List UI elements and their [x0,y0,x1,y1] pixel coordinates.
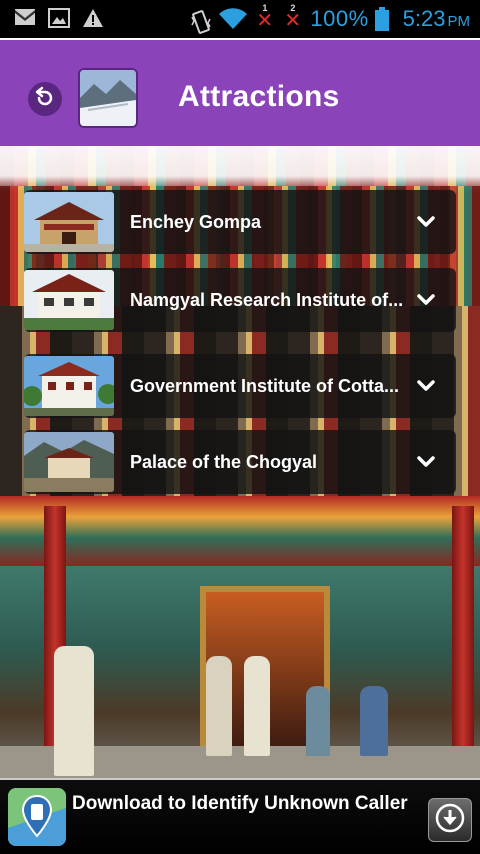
list-item[interactable]: Enchey Gompa [24,190,456,254]
page-title: Attractions [178,80,340,113]
caller-id-app-icon [8,788,66,846]
back-button[interactable] [28,82,62,116]
system-status: 1 ✕ 2 ✕ 100% 5:23 PM [190,3,470,34]
status-bar: 1 ✕ 2 ✕ 100% 5:23 PM [0,0,480,38]
list-item[interactable]: Government Institute of Cotta... [24,354,456,418]
attraction-label: Namgyal Research Institute of... [130,289,404,310]
notification-icons [14,8,104,28]
battery-icon [374,7,389,31]
attraction-thumbnail [24,270,114,330]
ad-text: Download to Identify Unknown Caller [72,793,408,814]
list-item[interactable]: Namgyal Research Institute of... [24,268,456,332]
battery-percent: 100% [310,6,369,31]
wifi-icon [218,7,248,31]
ad-banner[interactable]: Download to Identify Unknown Caller [0,778,480,854]
chevron-down-icon[interactable] [416,290,436,310]
no-signal-icon: 2 ✕ [284,3,302,32]
gmail-icon [14,8,36,28]
download-button[interactable] [428,798,472,842]
back-arrow-icon [34,86,56,113]
no-signal-icon: 1 ✕ [256,3,274,32]
list-item[interactable]: Palace of the Chogyal [24,430,456,494]
chevron-down-icon[interactable] [416,212,436,232]
app-header: Attractions [0,38,480,146]
attraction-label: Government Institute of Cotta... [130,375,400,396]
attraction-thumbnail [24,356,114,416]
warning-icon [82,8,104,28]
attraction-label: Enchey Gompa [130,211,262,232]
gallery-icon [48,8,70,28]
header-thumbnail [78,68,138,128]
chevron-down-icon[interactable] [416,376,436,396]
chevron-down-icon[interactable] [416,452,436,472]
download-icon [435,803,465,838]
clock: 5:23 PM [402,6,470,31]
attraction-thumbnail [24,432,114,492]
vibrate-icon [190,9,212,34]
attraction-label: Palace of the Chogyal [130,451,318,472]
attraction-thumbnail [24,192,114,252]
